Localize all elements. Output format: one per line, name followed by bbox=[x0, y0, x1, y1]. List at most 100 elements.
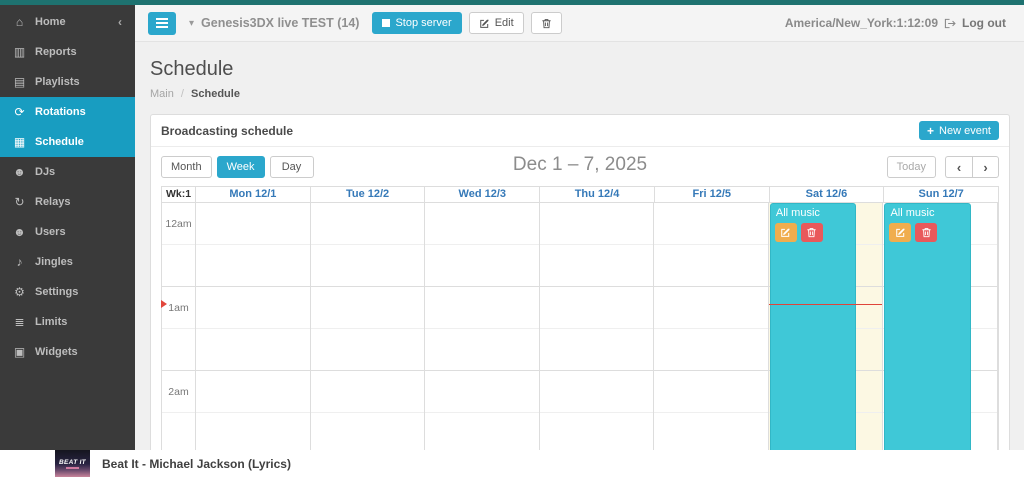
page-title: Schedule bbox=[150, 58, 1010, 81]
edit-event-button[interactable] bbox=[775, 223, 797, 242]
timezone-clock: America/New_York:1:12:09 bbox=[785, 16, 938, 30]
sidebar-item-playlists[interactable]: ▤Playlists bbox=[0, 67, 135, 97]
time-slot[interactable] bbox=[540, 287, 654, 329]
edit-event-button[interactable] bbox=[889, 223, 911, 242]
day-header-wed[interactable]: Wed 12/3 bbox=[425, 187, 540, 202]
view-button-month[interactable]: Month bbox=[161, 156, 212, 178]
time-slot[interactable] bbox=[196, 413, 310, 455]
sidebar-item-label: Jingles bbox=[35, 256, 73, 268]
stop-server-button[interactable]: Stop server bbox=[372, 12, 461, 34]
time-slot[interactable] bbox=[196, 329, 310, 371]
sidebar-item-reports[interactable]: ▥Reports bbox=[0, 37, 135, 67]
day-header-sun[interactable]: Sun 12/7 bbox=[884, 187, 998, 202]
logout-link[interactable]: Log out bbox=[962, 16, 1006, 30]
time-label: 1am bbox=[162, 287, 195, 329]
time-slot[interactable] bbox=[311, 287, 425, 329]
prev-week-button[interactable]: ‹ bbox=[945, 156, 972, 178]
delete-event-button[interactable] bbox=[801, 223, 823, 242]
day-column-sun[interactable]: All music bbox=[883, 203, 998, 477]
edit-server-button[interactable]: Edit bbox=[469, 12, 524, 34]
sidebar-item-schedule[interactable]: ▦Schedule bbox=[0, 127, 135, 157]
limits-icon: ≣ bbox=[13, 315, 26, 329]
sidebar-item-djs[interactable]: ☻DJs bbox=[0, 157, 135, 187]
time-slot[interactable] bbox=[425, 287, 539, 329]
widgets-icon: ▣ bbox=[13, 345, 26, 359]
breadcrumb-main-link[interactable]: Main bbox=[150, 88, 174, 100]
day-column-sat[interactable]: All music bbox=[769, 203, 884, 477]
time-slot[interactable] bbox=[311, 329, 425, 371]
sidebar-item-home[interactable]: ⌂ Home ‹ bbox=[0, 7, 135, 37]
day-header-mon[interactable]: Mon 12/1 bbox=[196, 187, 311, 202]
day-column-mon[interactable] bbox=[196, 203, 311, 477]
delete-event-button[interactable] bbox=[915, 223, 937, 242]
axis-slot bbox=[162, 329, 195, 371]
reports-icon: ▥ bbox=[13, 45, 26, 59]
day-column-fri[interactable] bbox=[654, 203, 769, 477]
time-slot[interactable] bbox=[425, 413, 539, 455]
time-slot[interactable] bbox=[654, 245, 768, 287]
time-slot[interactable] bbox=[654, 287, 768, 329]
panel-header: Broadcasting schedule + New event bbox=[151, 115, 1009, 147]
sidebar-item-settings[interactable]: ⚙Settings bbox=[0, 277, 135, 307]
time-slot[interactable] bbox=[311, 371, 425, 413]
server-name: Genesis3DX live TEST (14) bbox=[201, 16, 359, 30]
axis-slot bbox=[162, 413, 195, 455]
time-slot[interactable] bbox=[425, 371, 539, 413]
server-dropdown-caret-icon[interactable]: ▾ bbox=[189, 18, 194, 29]
sidebar-item-users[interactable]: ☻Users bbox=[0, 217, 135, 247]
sidebar-item-jingles[interactable]: ♪Jingles bbox=[0, 247, 135, 277]
view-button-day[interactable]: Day bbox=[270, 156, 314, 178]
sidebar-item-relays[interactable]: ↻Relays bbox=[0, 187, 135, 217]
today-button[interactable]: Today bbox=[887, 156, 936, 178]
relays-icon: ↻ bbox=[13, 195, 26, 209]
sidebar: ⌂ Home ‹ ▥Reports▤Playlists⟳Rotations▦Sched… bbox=[0, 5, 135, 450]
time-slot[interactable] bbox=[196, 287, 310, 329]
sidebar-item-widgets[interactable]: ▣Widgets bbox=[0, 337, 135, 367]
day-column-wed[interactable] bbox=[425, 203, 540, 477]
sidebar-nav: ⌂ Home ‹ ▥Reports▤Playlists⟳Rotations▦Sched… bbox=[0, 7, 135, 367]
time-slot[interactable] bbox=[540, 329, 654, 371]
next-week-button[interactable]: › bbox=[972, 156, 999, 178]
event-all-music[interactable]: All music bbox=[770, 203, 856, 477]
event-all-music[interactable]: All music bbox=[884, 203, 970, 477]
time-slot[interactable] bbox=[654, 371, 768, 413]
panel-title: Broadcasting schedule bbox=[161, 124, 293, 138]
time-slot[interactable] bbox=[311, 413, 425, 455]
time-slot[interactable] bbox=[196, 203, 310, 245]
axis-slot bbox=[162, 245, 195, 287]
time-slot[interactable] bbox=[311, 245, 425, 287]
time-slot[interactable] bbox=[540, 371, 654, 413]
plus-icon: + bbox=[927, 124, 934, 138]
menu-toggle-button[interactable] bbox=[148, 12, 176, 35]
day-header-tue[interactable]: Tue 12/2 bbox=[311, 187, 426, 202]
home-icon: ⌂ bbox=[13, 15, 26, 29]
time-slot[interactable] bbox=[196, 371, 310, 413]
time-slot[interactable] bbox=[654, 413, 768, 455]
current-time-marker-icon bbox=[161, 300, 171, 308]
time-slot[interactable] bbox=[540, 203, 654, 245]
collapse-arrow-icon[interactable]: ‹ bbox=[118, 15, 122, 29]
sidebar-item-label: Home bbox=[35, 16, 66, 28]
day-header-sat[interactable]: Sat 12/6 bbox=[770, 187, 885, 202]
day-header-fri[interactable]: Fri 12/5 bbox=[655, 187, 770, 202]
delete-server-button[interactable] bbox=[531, 12, 562, 34]
day-column-thu[interactable] bbox=[540, 203, 655, 477]
time-slot[interactable] bbox=[425, 329, 539, 371]
view-button-week[interactable]: Week bbox=[217, 156, 265, 178]
day-header-thu[interactable]: Thu 12/4 bbox=[540, 187, 655, 202]
time-label: 12am bbox=[162, 203, 195, 245]
time-label: 2am bbox=[162, 371, 195, 413]
sidebar-item-limits[interactable]: ≣Limits bbox=[0, 307, 135, 337]
new-event-button[interactable]: + New event bbox=[919, 121, 999, 140]
time-slot[interactable] bbox=[540, 413, 654, 455]
sidebar-item-rotations[interactable]: ⟳Rotations bbox=[0, 97, 135, 127]
time-slot[interactable] bbox=[311, 203, 425, 245]
time-slot[interactable] bbox=[654, 203, 768, 245]
time-slot[interactable] bbox=[540, 245, 654, 287]
time-slot[interactable] bbox=[654, 329, 768, 371]
time-slot[interactable] bbox=[425, 245, 539, 287]
time-slot[interactable] bbox=[196, 245, 310, 287]
week-number: Wk:1 bbox=[162, 187, 196, 202]
day-column-tue[interactable] bbox=[311, 203, 426, 477]
time-slot[interactable] bbox=[425, 203, 539, 245]
